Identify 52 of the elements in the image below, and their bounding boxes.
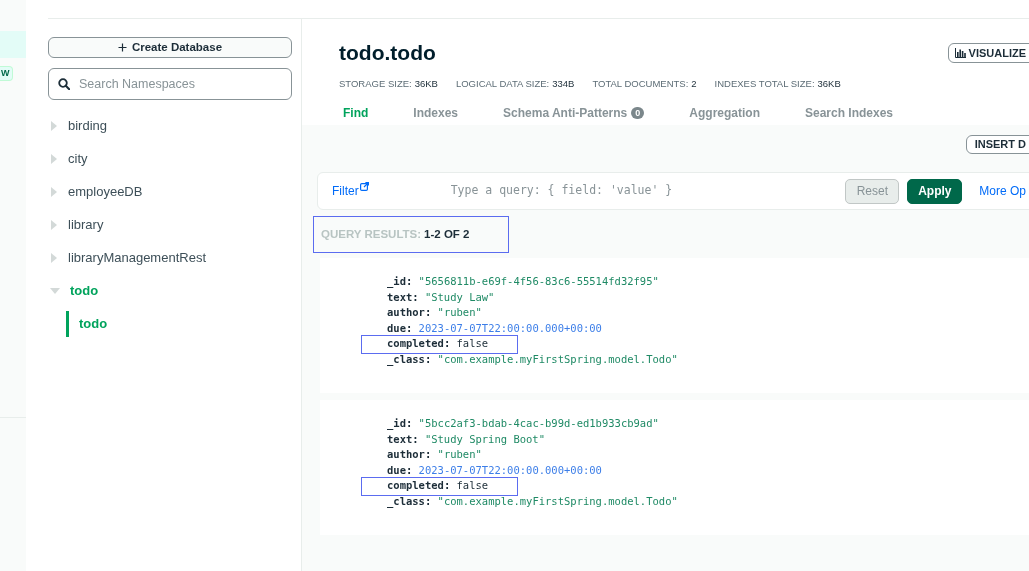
database-item[interactable]: employeeDB — [48, 175, 143, 208]
external-link-icon — [359, 182, 369, 191]
field-value: false — [456, 479, 489, 491]
search-icon — [58, 78, 70, 90]
field-value: 2023-07-07T22:00:00.000+00:00 — [418, 463, 602, 476]
create-database-button[interactable]: Create Database — [48, 37, 292, 58]
tab[interactable]: Schema Anti-Patterns 0 — [503, 105, 645, 121]
field-key: completed: — [387, 337, 451, 349]
stat-text: TOTAL DOCUMENTS: 2 — [592, 78, 697, 90]
field-value: "com.example.myFirstSpring.model.Todo" — [437, 352, 678, 365]
query-results-count: QUERY RESULTS: 1-2 OF 2 — [321, 226, 470, 242]
nav-item[interactable] — [0, 31, 26, 58]
field-key: _id: — [387, 275, 413, 287]
database-item[interactable]: birding — [48, 109, 108, 142]
field-key: text: — [387, 290, 419, 303]
database-item[interactable]: city — [48, 142, 88, 175]
plus-icon — [117, 43, 127, 52]
field-value: "Study Spring Boot" — [424, 432, 545, 445]
stat-text: INDEXES TOTAL SIZE: 36KB — [714, 78, 841, 90]
field-value: "ruben" — [437, 306, 482, 318]
search-input[interactable]: Search Namespaces — [79, 74, 291, 94]
filter-link[interactable]: Filter — [332, 182, 369, 200]
count-badge: 0 — [631, 107, 645, 119]
search-field[interactable]: Search Namespaces — [48, 68, 292, 100]
field-value: "ruben" — [437, 448, 482, 460]
more-options-link[interactable]: More Op — [979, 182, 1026, 200]
field-value: "5656811b-e69f-4f56-83c6-55514fd32f95" — [418, 275, 659, 287]
field-value: false — [456, 337, 489, 349]
field-value: "Study Law" — [424, 290, 495, 303]
field-value: 2023-07-07T22:00:00.000+00:00 — [418, 321, 602, 334]
stat-text: LOGICAL DATA SIZE: 334B — [455, 78, 575, 90]
insert-button[interactable]: INSERT D — [965, 135, 1029, 154]
field-key: due: — [387, 463, 413, 476]
field-key: due: — [387, 321, 413, 334]
field-key: text: — [387, 432, 419, 445]
field-key: completed: — [387, 479, 451, 491]
visualize-button[interactable]: VISUALIZE — [947, 43, 1029, 63]
field-key: _class: — [387, 494, 432, 507]
query-field[interactable]: Type a query: { field: 'value' } — [450, 182, 846, 200]
status-badge: W — [0, 66, 13, 81]
collection-title: todo.todo — [339, 40, 436, 66]
field-key: author: — [387, 306, 432, 318]
field-value: "com.example.myFirstSpring.model.Todo" — [437, 494, 678, 507]
field-value: "5bcc2af3-bdab-4cac-b99d-ed1b933cb9ad" — [418, 417, 659, 429]
stat-text: STORAGE SIZE: 36KB — [339, 78, 438, 90]
field-key: author: — [387, 448, 432, 460]
database-item[interactable]: libraryManagementRest — [48, 241, 206, 274]
apply-button[interactable]: Apply — [907, 178, 963, 204]
field-key: _class: — [387, 352, 432, 365]
bar-chart-icon — [954, 48, 966, 58]
database-item[interactable]: library — [48, 208, 104, 241]
field-key: _id: — [387, 417, 413, 429]
